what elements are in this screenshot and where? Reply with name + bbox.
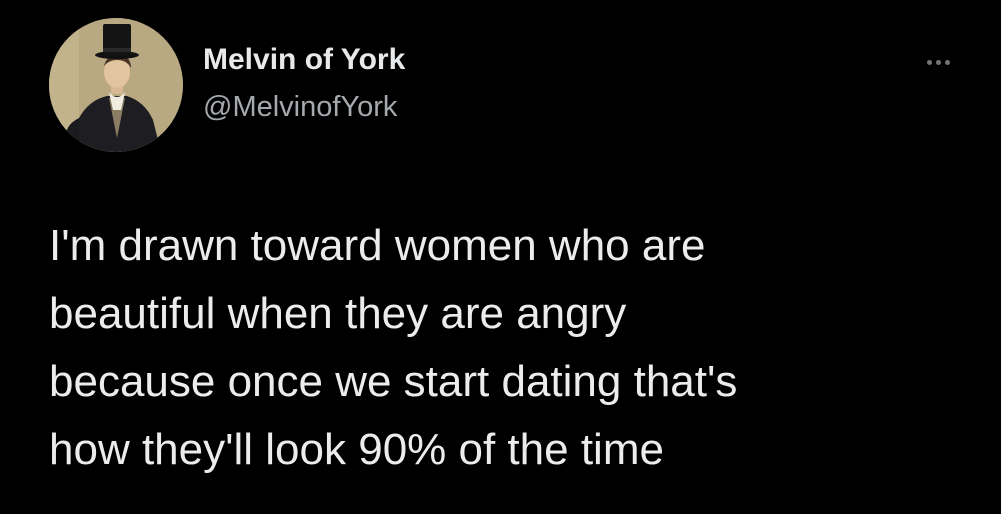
more-dot [926,59,932,65]
more-options-icon[interactable] [916,50,960,74]
tweet-card: Melvin of York @MelvinofYork I'm drawn t… [0,0,1001,514]
avatar[interactable] [49,18,183,152]
user-handle[interactable]: @MelvinofYork [203,89,397,125]
tweet-text: I'm drawn toward women who are beautiful… [49,221,738,474]
more-dot [944,59,950,65]
display-name[interactable]: Melvin of York [203,42,405,78]
more-dot [935,59,941,65]
portrait-icon [49,18,183,152]
